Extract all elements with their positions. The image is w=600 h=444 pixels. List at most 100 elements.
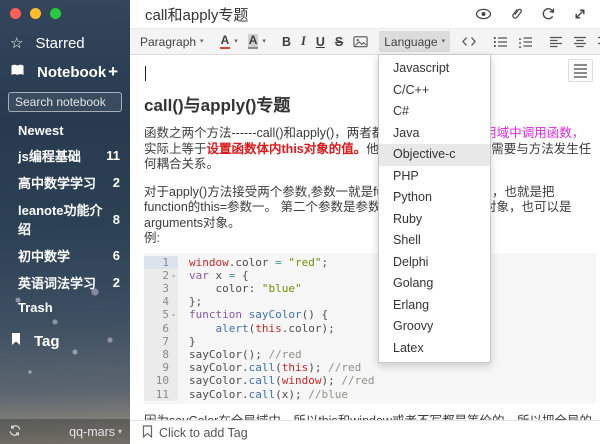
code-line-text: var x = { xyxy=(178,269,249,282)
code-line[interactable]: 4 }; xyxy=(144,295,596,308)
language-menu-item[interactable]: C# xyxy=(379,101,490,123)
code-line[interactable]: 3 color: "blue" xyxy=(144,282,596,295)
note-title[interactable]: call和apply专题 xyxy=(145,4,248,25)
code-line[interactable]: 2 - var x = { xyxy=(144,269,596,282)
code-line-text: function sayColor() { xyxy=(178,308,328,321)
notebook-item[interactable]: leanote功能介绍 8 xyxy=(0,196,130,242)
code-line[interactable]: 9 sayColor.call(this); //red xyxy=(144,361,596,374)
editor-content[interactable]: call()与apply()专题 函数之两个方法------call()和app… xyxy=(130,55,600,420)
language-menu-item[interactable]: Objective-c xyxy=(379,144,490,166)
language-menu-item[interactable]: Erlang xyxy=(379,295,490,317)
language-menu-item[interactable]: Ruby xyxy=(379,209,490,231)
maximize-window-button[interactable] xyxy=(50,8,61,19)
preview-eye-button[interactable] xyxy=(475,8,492,20)
code-line[interactable]: 5 - function sayColor() { xyxy=(144,308,596,321)
code-line-gutter: 7 xyxy=(144,335,178,348)
text-segment: 实际上等于 xyxy=(144,142,207,156)
fullscreen-button[interactable] xyxy=(573,7,587,21)
insert-image-button[interactable] xyxy=(348,31,373,52)
unordered-list-button[interactable] xyxy=(488,31,513,52)
fold-marker-icon[interactable]: - xyxy=(169,269,178,282)
code-line[interactable]: 8 sayColor(); //red xyxy=(144,348,596,361)
language-menu-item[interactable]: Javascript xyxy=(379,58,490,80)
bold-button[interactable]: B xyxy=(277,31,296,52)
language-menu-item[interactable]: Java xyxy=(379,123,490,145)
code-icon xyxy=(461,36,477,47)
text-segment: call xyxy=(249,361,276,374)
highlight-color-button[interactable]: A ▾ xyxy=(243,31,271,52)
history-button[interactable] xyxy=(541,7,555,21)
search-notebook-input[interactable] xyxy=(8,92,122,112)
language-select[interactable]: Language ▾ xyxy=(379,31,450,52)
language-menu-item[interactable]: Shell xyxy=(379,230,490,252)
notebook-item[interactable]: Newest xyxy=(0,119,130,142)
sidebar-section-notebook[interactable]: Notebook + xyxy=(0,57,130,87)
example-label[interactable]: 例: xyxy=(144,231,595,247)
language-menu-item[interactable]: C/C++ xyxy=(379,80,490,102)
language-menu-item[interactable]: Latex xyxy=(379,338,490,360)
sidebar-item-starred[interactable]: ☆ Starred xyxy=(0,29,130,57)
paragraph-2[interactable]: 对于apply()方法接受两个参数,参数一就是function的上下文对象，也就… xyxy=(144,185,595,232)
paragraph-1[interactable]: 函数之两个方法------call()和apply()，两者都是用来在一定的作用… xyxy=(144,126,595,173)
italic-button[interactable]: I xyxy=(296,31,311,52)
add-notebook-button[interactable]: + xyxy=(108,62,122,82)
text-segment: .color); xyxy=(282,322,335,335)
code-line[interactable]: 11 sayColor.call(x); //blue xyxy=(144,388,596,401)
note-heading[interactable]: call()与apply()专题 xyxy=(144,91,595,116)
strikethrough-button[interactable]: S xyxy=(330,31,348,52)
text-segment: //blue xyxy=(308,388,348,401)
paragraph-format-select[interactable]: Paragraph ▾ xyxy=(135,31,209,52)
minimize-window-button[interactable] xyxy=(30,8,41,19)
notebook-icon xyxy=(10,63,25,81)
text-segment: "blue" xyxy=(262,282,302,295)
outline-toc-button[interactable] xyxy=(568,59,593,82)
sidebar-footer: qq-mars ▾ xyxy=(0,419,130,444)
starred-label: Starred xyxy=(35,35,84,52)
tag-bar: Click to add Tag xyxy=(130,420,600,444)
code-block[interactable]: 1 window.color = "red"; 2 - var x = { xyxy=(144,253,596,404)
text-segment: () { xyxy=(302,308,329,321)
align-center-button[interactable] xyxy=(568,31,592,52)
text-segment xyxy=(242,308,249,321)
code-line-gutter: 11 xyxy=(144,388,178,401)
language-menu-item[interactable]: Delphi xyxy=(379,252,490,274)
notebook-item[interactable]: 初中数学 6 xyxy=(0,242,130,269)
code-line[interactable]: 1 window.color = "red"; xyxy=(144,256,596,269)
fold-marker-icon[interactable]: - xyxy=(169,308,178,321)
code-line-number: 9 xyxy=(162,361,169,374)
code-block-button[interactable] xyxy=(456,31,482,52)
underline-button[interactable]: U xyxy=(311,31,330,52)
text-segment: sayColor. xyxy=(189,361,249,374)
text-segment: x xyxy=(209,269,229,282)
language-menu-item[interactable]: PHP xyxy=(379,166,490,188)
code-line-number: 4 xyxy=(162,295,169,308)
sync-icon[interactable] xyxy=(8,424,22,440)
chevron-down-icon: ▾ xyxy=(442,38,446,45)
notebook-item[interactable]: 高中数学学习 2 xyxy=(0,169,130,196)
language-menu-item[interactable]: Golang xyxy=(379,273,490,295)
language-menu-item[interactable]: Groovy xyxy=(379,316,490,338)
notebook-item[interactable]: js编程基础 11 xyxy=(0,142,130,169)
notebook-item-label: leanote功能介绍 xyxy=(18,200,113,238)
ordered-list-button[interactable] xyxy=(513,31,538,52)
align-right-button[interactable] xyxy=(592,31,600,52)
text-segment: 设置函数体内this对象的值。 xyxy=(207,142,367,156)
add-tag-label[interactable]: Click to add Tag xyxy=(159,426,248,440)
attachment-paperclip-button[interactable] xyxy=(510,7,523,21)
code-line[interactable]: 10 sayColor.call(window); //red xyxy=(144,374,596,387)
notebook-item-label: Newest xyxy=(18,123,64,138)
align-left-button[interactable] xyxy=(544,31,568,52)
language-menu-item[interactable]: Python xyxy=(379,187,490,209)
account-switcher[interactable]: qq-mars ▾ xyxy=(69,425,122,439)
code-line[interactable]: 7 } xyxy=(144,335,596,348)
paragraph-format-label: Paragraph xyxy=(140,35,196,49)
code-line-gutter: 6 xyxy=(144,322,178,335)
text-color-button[interactable]: A ▾ xyxy=(215,31,243,52)
text-segment: .color xyxy=(229,256,275,269)
code-line[interactable]: 6 alert(this.color); xyxy=(144,322,596,335)
close-window-button[interactable] xyxy=(10,8,21,19)
notebook-item[interactable]: 英语词法学习 2 xyxy=(0,269,130,296)
sidebar-section-tag[interactable]: Tag xyxy=(0,327,130,355)
align-left-icon xyxy=(549,36,563,48)
notebook-item[interactable]: Trash xyxy=(0,296,130,319)
